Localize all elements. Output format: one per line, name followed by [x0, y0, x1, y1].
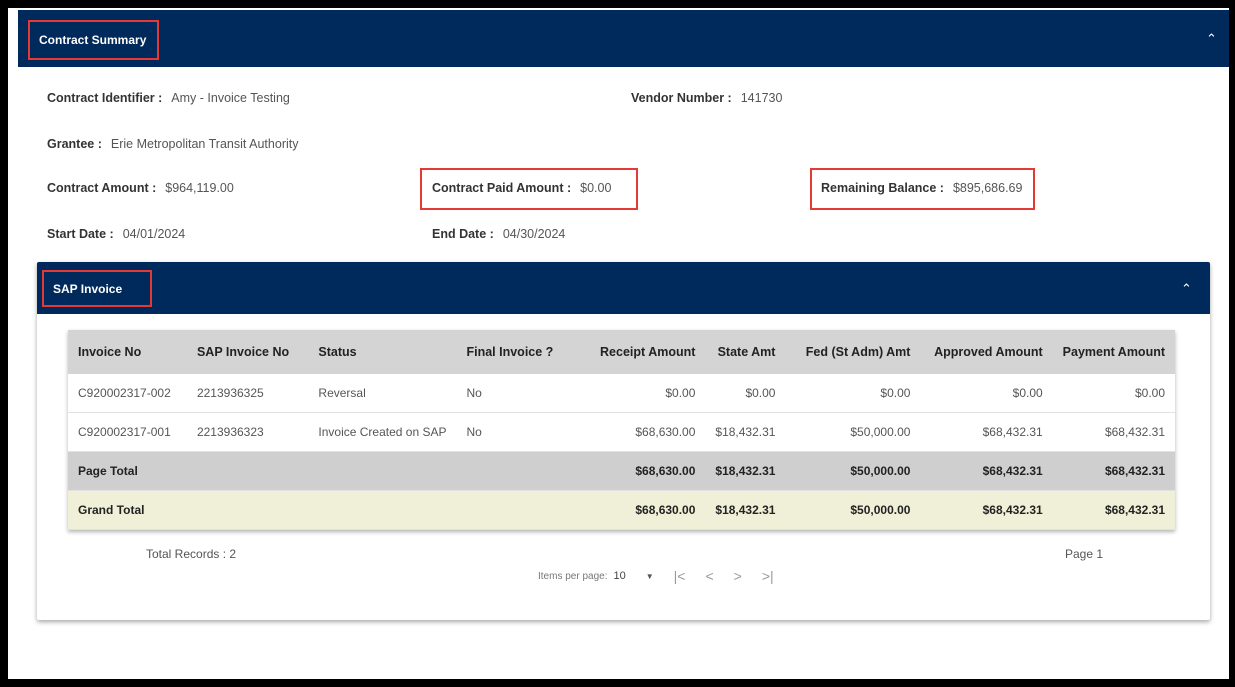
- status-cell: Reversal: [308, 374, 457, 413]
- sap-invoice-panel: SAP Invoice ⌃ Invoice No SAP Invoice No …: [37, 262, 1210, 620]
- contract-paid-amount-label: Contract Paid Amount :: [432, 181, 572, 195]
- page-total-state: $18,432.31: [705, 451, 786, 491]
- vendor-number-value: 141730: [740, 91, 783, 105]
- items-per-page-select[interactable]: 10: [613, 570, 625, 582]
- page-indicator: Page 1: [1065, 547, 1104, 561]
- page-total-receipt: $68,630.00: [580, 451, 706, 491]
- column-header[interactable]: Approved Amount: [920, 330, 1053, 374]
- contract-amount-field: Contract Amount : $964,119.00: [47, 181, 234, 195]
- start-date-label: Start Date :: [47, 227, 114, 241]
- final-invoice-cell: No: [456, 374, 581, 413]
- grand-total-fed: $50,000.00: [785, 490, 921, 530]
- payment-amount-cell: $0.00: [1052, 374, 1175, 413]
- contract-paid-amount-value: $0.00: [580, 181, 612, 195]
- invoice-no-cell: C920002317-001: [68, 412, 187, 452]
- start-date-value: 04/01/2024: [122, 227, 186, 241]
- contract-identifier-label: Contract Identifier :: [47, 91, 163, 105]
- start-date-field: Start Date : 04/01/2024: [47, 227, 185, 241]
- end-date-field: End Date : 04/30/2024: [432, 227, 565, 241]
- fed-amt-cell: $0.00: [785, 374, 921, 413]
- vendor-number-field: Vendor Number : 141730: [631, 91, 782, 105]
- chevron-up-icon[interactable]: ⌃: [1181, 282, 1192, 295]
- table-row[interactable]: C920002317-001 2213936323 Invoice Create…: [68, 412, 1175, 452]
- contract-amount-value: $964,119.00: [165, 181, 234, 195]
- column-header[interactable]: Receipt Amount: [580, 330, 706, 374]
- page-total-fed: $50,000.00: [785, 451, 921, 491]
- table-header-row: Invoice No SAP Invoice No Status Final I…: [68, 330, 1175, 374]
- end-date-value: 04/30/2024: [502, 227, 566, 241]
- grantee-field: Grantee : Erie Metropolitan Transit Auth…: [47, 137, 298, 151]
- contract-identifier-field: Contract Identifier : Amy - Invoice Test…: [47, 91, 290, 105]
- table-row[interactable]: C920002317-002 2213936325 Reversal No $0…: [68, 374, 1175, 413]
- sap-invoice-table: Invoice No SAP Invoice No Status Final I…: [68, 330, 1175, 530]
- state-amt-cell: $0.00: [705, 374, 786, 413]
- remaining-balance-field: Remaining Balance : $895,686.69: [821, 181, 1022, 195]
- sap-invoice-header[interactable]: SAP Invoice ⌃: [37, 262, 1210, 314]
- end-date-label: End Date :: [432, 227, 494, 241]
- column-header[interactable]: Fed (St Adm) Amt: [785, 330, 921, 374]
- payment-amount-cell: $68,432.31: [1052, 412, 1175, 452]
- contract-summary-header[interactable]: Contract Summary ⌃: [18, 10, 1229, 67]
- remaining-balance-value: $895,686.69: [952, 181, 1023, 195]
- sap-invoice-no-cell: 2213936323: [186, 412, 309, 452]
- approved-amount-cell: $0.00: [920, 374, 1053, 413]
- first-page-icon[interactable]: |<: [674, 568, 686, 584]
- grantee-label: Grantee :: [47, 137, 102, 151]
- dropdown-caret-icon[interactable]: ▼: [646, 572, 654, 581]
- grantee-value: Erie Metropolitan Transit Authority: [110, 137, 299, 151]
- fed-amt-cell: $50,000.00: [785, 412, 921, 452]
- receipt-amount-cell: $0.00: [580, 374, 706, 413]
- grand-total-receipt: $68,630.00: [580, 490, 706, 530]
- page-total-row: Page Total $68,630.00 $18,432.31 $50,000…: [68, 451, 1175, 491]
- sap-invoice-no-cell: 2213936325: [186, 374, 309, 413]
- column-header[interactable]: Final Invoice ?: [456, 330, 581, 374]
- column-header[interactable]: State Amt: [705, 330, 786, 374]
- receipt-amount-cell: $68,630.00: [580, 412, 706, 452]
- contract-amount-label: Contract Amount :: [47, 181, 157, 195]
- grand-total-label: Grand Total: [68, 490, 187, 530]
- paginator: Items per page: 10 ▼ |< < > >|: [538, 568, 774, 584]
- previous-page-icon[interactable]: <: [705, 568, 713, 584]
- contract-paid-amount-field: Contract Paid Amount : $0.00: [432, 181, 611, 195]
- approved-amount-cell: $68,432.31: [920, 412, 1053, 452]
- contract-summary-title: Contract Summary: [28, 20, 159, 60]
- next-page-icon[interactable]: >: [734, 568, 742, 584]
- column-header[interactable]: SAP Invoice No: [186, 330, 309, 374]
- chevron-up-icon[interactable]: ⌃: [1206, 32, 1217, 45]
- invoice-no-cell: C920002317-002: [68, 374, 187, 413]
- grand-total-state: $18,432.31: [705, 490, 786, 530]
- column-header[interactable]: Invoice No: [68, 330, 187, 374]
- status-cell: Invoice Created on SAP: [308, 412, 457, 452]
- items-per-page-label: Items per page:: [538, 570, 608, 582]
- page-total-approved: $68,432.31: [920, 451, 1053, 491]
- page-total-label: Page Total: [68, 451, 187, 491]
- contract-identifier-value: Amy - Invoice Testing: [171, 91, 290, 105]
- grand-total-payment: $68,432.31: [1052, 490, 1175, 530]
- remaining-balance-label: Remaining Balance :: [821, 181, 944, 195]
- app-frame: Contract Summary ⌃ Contract Identifier :…: [8, 8, 1229, 679]
- column-header[interactable]: Status: [308, 330, 457, 374]
- state-amt-cell: $18,432.31: [705, 412, 786, 452]
- sap-invoice-title: SAP Invoice: [42, 270, 152, 307]
- page-total-payment: $68,432.31: [1052, 451, 1175, 491]
- grand-total-approved: $68,432.31: [920, 490, 1053, 530]
- total-records: Total Records : 2: [146, 547, 237, 561]
- final-invoice-cell: No: [456, 412, 581, 452]
- grand-total-row: Grand Total $68,630.00 $18,432.31 $50,00…: [68, 490, 1175, 530]
- last-page-icon[interactable]: >|: [762, 568, 774, 584]
- vendor-number-label: Vendor Number :: [631, 91, 732, 105]
- column-header[interactable]: Payment Amount: [1052, 330, 1175, 374]
